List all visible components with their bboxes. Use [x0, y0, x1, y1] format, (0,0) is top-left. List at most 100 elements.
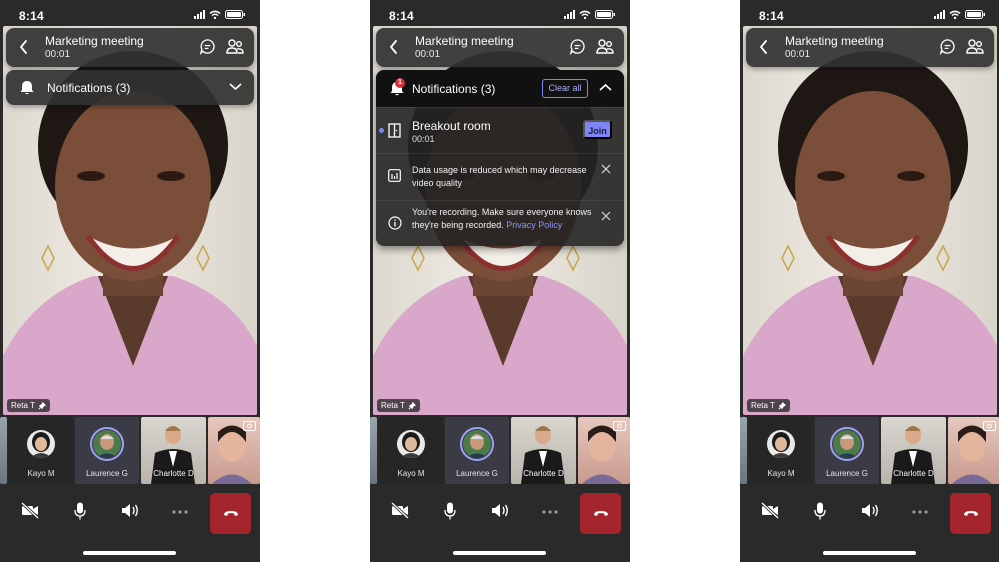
main-video: Reta T: [743, 26, 997, 415]
home-indicator: [453, 551, 546, 555]
meeting-header: Marketing meeting 00:01: [746, 28, 994, 67]
phone-screen-expanded: 8:14 Reta T Marketing meeting 00:01 1 No…: [370, 0, 630, 562]
video-off-icon[interactable]: [391, 502, 410, 519]
back-arrow-icon[interactable]: [759, 39, 769, 55]
participant-tile-self[interactable]: [578, 417, 630, 484]
pin-icon: [408, 401, 416, 410]
wifi-icon: [579, 10, 591, 19]
hang-up-button[interactable]: [580, 493, 621, 534]
video-off-icon[interactable]: [21, 502, 40, 519]
status-time: 8:14: [759, 9, 784, 23]
speaker-icon[interactable]: [121, 502, 140, 519]
home-indicator: [823, 551, 916, 555]
info-icon: [388, 216, 402, 230]
close-icon[interactable]: [601, 211, 611, 221]
participant-tile-charlotte[interactable]: Charlotte D: [511, 417, 576, 484]
participant-name: Charlotte D: [153, 469, 194, 478]
switch-camera-icon[interactable]: [613, 420, 626, 431]
video-off-icon[interactable]: [761, 502, 780, 519]
participants-icon[interactable]: [596, 38, 614, 55]
participant-tile-charlotte[interactable]: Charlotte D: [141, 417, 206, 484]
notification-recording: You're recording. Make sure everyone kno…: [376, 200, 624, 246]
participant-name: Kayo M: [767, 469, 795, 478]
participant-strip[interactable]: Kayo M Laurence G Charlotte D: [0, 417, 260, 484]
participant-strip[interactable]: Kayo M Laurence G Charlotte D: [370, 417, 630, 484]
participant-tile-self[interactable]: [208, 417, 260, 484]
participant-tile-laurence[interactable]: Laurence G: [75, 417, 139, 484]
participant-tile-kayo[interactable]: Kayo M: [749, 417, 813, 484]
microphone-icon[interactable]: [444, 502, 456, 520]
close-icon[interactable]: [601, 164, 611, 174]
bell-icon: [20, 81, 34, 95]
participant-name: Charlotte D: [893, 469, 934, 478]
chevron-up-icon[interactable]: [599, 83, 612, 92]
chat-icon[interactable]: [939, 38, 956, 55]
speaker-icon[interactable]: [491, 502, 510, 519]
participant-tile-partial[interactable]: [370, 417, 377, 484]
hang-up-icon: [593, 511, 608, 516]
wifi-icon: [209, 10, 221, 19]
avatar: [767, 430, 795, 458]
clear-all-button[interactable]: Clear all: [542, 79, 588, 98]
hang-up-button[interactable]: [950, 493, 991, 534]
participants-icon[interactable]: [226, 38, 244, 55]
battery-icon: [965, 10, 986, 19]
notifications-bar[interactable]: Notifications (3): [6, 70, 254, 105]
privacy-policy-link[interactable]: Privacy Policy: [506, 220, 562, 230]
phone-screen-collapsed: 8:14 Reta T Marketing meeting 00:01 Noti…: [0, 0, 260, 562]
switch-camera-icon[interactable]: [243, 420, 256, 431]
participant-tile-laurence[interactable]: Laurence G: [815, 417, 879, 484]
participant-tile-kayo[interactable]: Kayo M: [379, 417, 443, 484]
participant-tile-partial[interactable]: [0, 417, 7, 484]
more-options-icon[interactable]: [172, 510, 188, 514]
notifications-label: Notifications (3): [47, 81, 131, 95]
more-options-icon[interactable]: [542, 510, 558, 514]
signal-icon: [934, 10, 945, 19]
participant-tile-self[interactable]: [948, 417, 999, 484]
hang-up-button[interactable]: [210, 493, 251, 534]
call-controls: [370, 488, 630, 540]
participant-name: Laurence G: [86, 469, 128, 478]
microphone-icon[interactable]: [74, 502, 86, 520]
speaker-video-image: [743, 51, 997, 415]
status-bar: 8:14: [740, 0, 999, 26]
back-arrow-icon[interactable]: [19, 39, 29, 55]
chat-icon[interactable]: [569, 38, 586, 55]
microphone-icon[interactable]: [814, 502, 826, 520]
chevron-down-icon[interactable]: [229, 82, 242, 91]
chat-icon[interactable]: [199, 38, 216, 55]
switch-camera-icon[interactable]: [983, 420, 996, 431]
participant-tile-charlotte[interactable]: Charlotte D: [881, 417, 946, 484]
join-breakout-button[interactable]: Join: [583, 120, 612, 139]
wifi-icon: [949, 10, 961, 19]
participant-tile-kayo[interactable]: Kayo M: [9, 417, 73, 484]
participant-strip[interactable]: Kayo M Laurence G Charlotte D: [740, 417, 999, 484]
phone-screen-no-notifications: 8:14 Reta T Marketing meeting 00:01 Kayo…: [740, 0, 999, 562]
home-indicator: [83, 551, 176, 555]
meeting-title: Marketing meeting: [785, 34, 884, 48]
battery-icon: [595, 10, 616, 19]
signal-icon: [564, 10, 575, 19]
participant-tile-partial[interactable]: [740, 417, 747, 484]
call-controls: [0, 488, 260, 540]
back-arrow-icon[interactable]: [389, 39, 399, 55]
more-options-icon[interactable]: [912, 510, 928, 514]
participant-name: Laurence G: [456, 469, 498, 478]
breakout-room-icon: [388, 123, 401, 138]
notifications-panel: 1 Notifications (3) Clear all Breakout r…: [376, 70, 624, 246]
status-bar: 8:14: [370, 0, 630, 26]
pin-icon: [778, 401, 786, 410]
speaker-name-tag: Reta T: [747, 399, 790, 412]
avatar: [27, 430, 55, 458]
participant-tile-laurence[interactable]: Laurence G: [445, 417, 509, 484]
notification-breakout-room: Breakout room 00:01 Join: [376, 107, 624, 153]
unread-dot: [379, 128, 384, 133]
meeting-title: Marketing meeting: [415, 34, 514, 48]
call-controls: [740, 488, 999, 540]
notification-message: Data usage is reduced which may decrease…: [412, 165, 587, 188]
participants-icon[interactable]: [966, 38, 984, 55]
meeting-header: Marketing meeting 00:01: [6, 28, 254, 67]
speaker-icon[interactable]: [861, 502, 880, 519]
notification-subtitle: 00:01: [412, 134, 435, 144]
notification-data-usage: Data usage is reduced which may decrease…: [376, 153, 624, 200]
